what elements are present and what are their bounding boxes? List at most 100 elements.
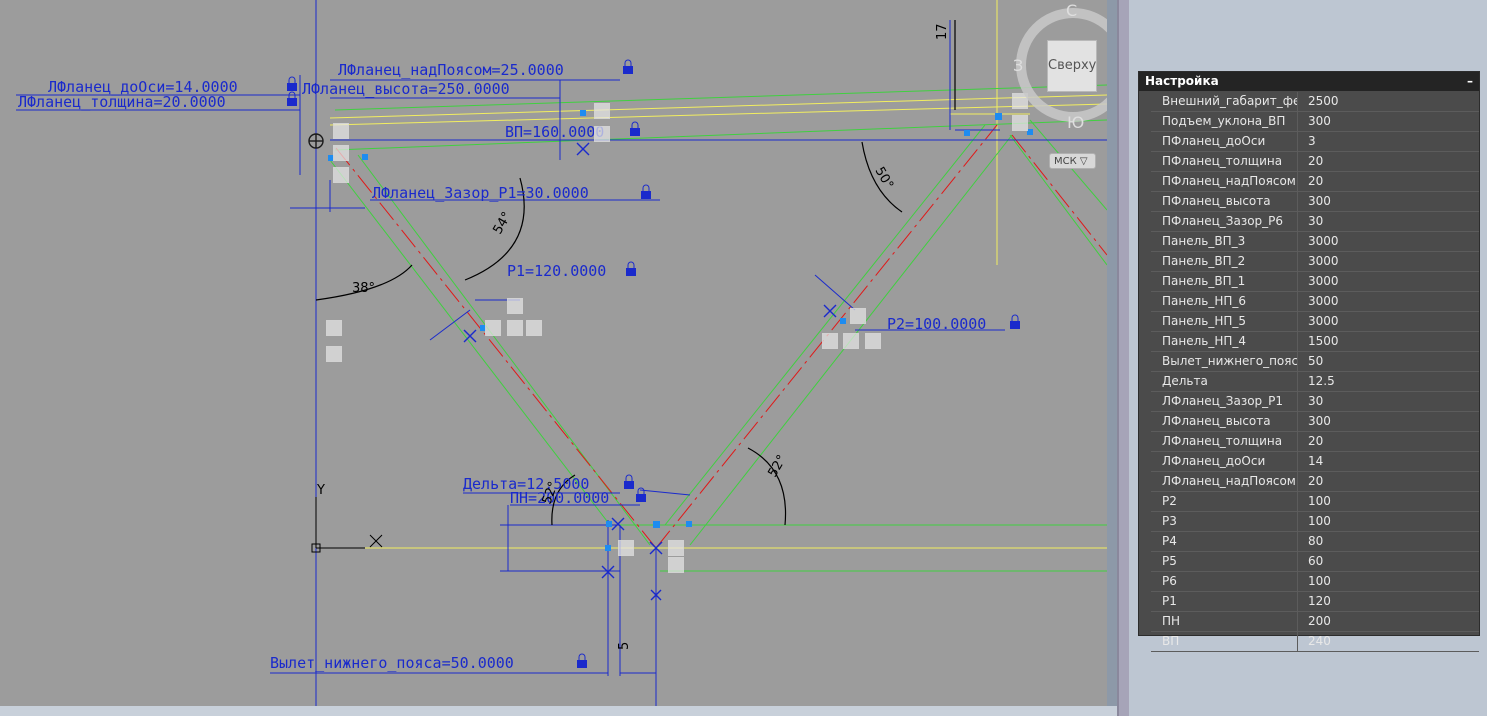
parameter-row[interactable]: Панель_НП_6 3000 [1151, 292, 1479, 312]
parameter-value[interactable]: 50 [1297, 352, 1479, 371]
parameter-value[interactable]: 100 [1297, 572, 1479, 591]
viewcube[interactable]: С З Ю Сверху [1013, 1, 1107, 135]
parameter-name: Панель_НП_5 [1162, 314, 1247, 328]
parameter-value[interactable]: 20 [1297, 472, 1479, 491]
param-grip[interactable] [850, 308, 866, 324]
parameter-row[interactable]: Внешний_габарит_фер...2500 [1151, 92, 1479, 112]
param-grip[interactable] [326, 346, 342, 362]
parameter-row[interactable]: Дельта 12.5 [1151, 372, 1479, 392]
param-grip[interactable] [485, 320, 501, 336]
collapse-button[interactable]: – [1467, 72, 1473, 91]
parameter-row[interactable]: Р6 100 [1151, 572, 1479, 592]
palette-header[interactable]: Настройка – [1139, 72, 1479, 91]
ucs-dropdown[interactable]: МСК ▽ [1049, 153, 1096, 169]
param-grip[interactable] [668, 557, 684, 573]
param-grip[interactable] [668, 540, 684, 556]
parameter-row[interactable]: Панель_НП_5 3000 [1151, 312, 1479, 332]
compass-north[interactable]: С [1066, 1, 1077, 20]
parameter-value[interactable]: 3000 [1297, 292, 1479, 311]
param-grip[interactable] [843, 333, 859, 349]
dim-lflanec-tolshina[interactable]: ЛФланец_толщина=20.0000 [18, 93, 226, 111]
parameter-value[interactable]: 30 [1297, 392, 1479, 411]
parameter-row[interactable]: Вылет_нижнего_пояса 50 [1151, 352, 1479, 372]
dim-pn[interactable]: ПН=200.0000 [510, 489, 609, 507]
dim-lflanec-vysota[interactable]: ЛФланец_высота=250.0000 [302, 80, 510, 98]
parameter-row[interactable]: ЛФланец_толщина 20 [1151, 432, 1479, 452]
dim-p1[interactable]: Р1=120.0000 [507, 262, 606, 280]
parameter-value[interactable]: 300 [1297, 412, 1479, 431]
dim-p2[interactable]: Р2=100.0000 [887, 315, 986, 333]
parameter-value[interactable]: 300 [1297, 192, 1479, 211]
parameter-row[interactable]: ПФланец_толщина 20 [1151, 152, 1479, 172]
parameter-row[interactable]: Панель_НП_4 1500 [1151, 332, 1479, 352]
parameter-value[interactable]: 60 [1297, 552, 1479, 571]
parameter-row[interactable]: Р4 80 [1151, 532, 1479, 552]
parameter-row[interactable]: Подъем_уклона_ВП 300 [1151, 112, 1479, 132]
parameter-value[interactable]: 200 [1297, 612, 1479, 631]
param-grip[interactable] [333, 123, 349, 139]
viewcube-top-face[interactable]: Сверху [1047, 40, 1097, 92]
parameter-value[interactable]: 30 [1297, 212, 1479, 231]
parameter-row[interactable]: ПФланец_надПоясом 20 [1151, 172, 1479, 192]
parameter-value[interactable]: 100 [1297, 512, 1479, 531]
compass-west[interactable]: З [1013, 56, 1023, 75]
parameter-row[interactable]: Р2 100 [1151, 492, 1479, 512]
window-splitter[interactable] [1117, 0, 1129, 716]
dim-lflanec-zazor[interactable]: ЛФланец_Зазор_Р1=30.0000 [372, 184, 589, 202]
parameter-row[interactable]: ВП 240 [1151, 632, 1479, 652]
parameter-value[interactable]: 3000 [1297, 252, 1479, 271]
parameter-value[interactable]: 120 [1297, 592, 1479, 611]
dim-vp[interactable]: ВП=160.0000 [505, 123, 604, 141]
parameter-row[interactable]: Р1 120 [1151, 592, 1479, 612]
parameter-value[interactable]: 100 [1297, 492, 1479, 511]
parameter-name: ПФланец_Зазор_Р6 [1162, 214, 1284, 228]
param-grip[interactable] [333, 145, 349, 161]
parameter-row[interactable]: Панель_ВП_1 3000 [1151, 272, 1479, 292]
parameter-row[interactable]: ПФланец_доОси 3 [1151, 132, 1479, 152]
parameter-row[interactable]: Панель_ВП_3 3000 [1151, 232, 1479, 252]
angle-50: 50° [872, 165, 897, 192]
parameter-row[interactable]: ЛФланец_доОси 14 [1151, 452, 1479, 472]
param-grip[interactable] [507, 298, 523, 314]
ucs-label: МСК [1054, 156, 1077, 167]
dim-17: 17 [935, 23, 950, 40]
param-grip[interactable] [594, 126, 610, 142]
drawing-viewport[interactable]: ЛФланец_доОси=14.0000 ЛФланец_толщина=20… [0, 0, 1107, 706]
parameter-value[interactable]: 3000 [1297, 312, 1479, 331]
parameter-row[interactable]: ПФланец_высота 300 [1151, 192, 1479, 212]
parameter-value[interactable]: 3 [1297, 132, 1479, 151]
parameter-value[interactable]: 240 [1297, 632, 1479, 651]
parameter-value[interactable]: 3000 [1297, 232, 1479, 251]
param-grip[interactable] [618, 540, 634, 556]
parameter-value[interactable]: 2500 [1297, 92, 1479, 111]
parameter-name: Панель_ВП_1 [1162, 274, 1246, 288]
viewport-edge [1107, 0, 1117, 706]
parameter-value[interactable]: 12.5 [1297, 372, 1479, 391]
param-grip[interactable] [333, 167, 349, 183]
parameter-value[interactable]: 14 [1297, 452, 1479, 471]
parameter-value[interactable]: 1500 [1297, 332, 1479, 351]
parameter-row[interactable]: ЛФланец_надПоясом 20 [1151, 472, 1479, 492]
param-grip[interactable] [326, 320, 342, 336]
param-grip[interactable] [865, 333, 881, 349]
parameter-row[interactable]: ПФланец_Зазор_Р6 30 [1151, 212, 1479, 232]
param-grip[interactable] [526, 320, 542, 336]
parameter-value[interactable]: 20 [1297, 152, 1479, 171]
parameter-value[interactable]: 20 [1297, 432, 1479, 451]
parameter-value[interactable]: 80 [1297, 532, 1479, 551]
parameter-value[interactable]: 3000 [1297, 272, 1479, 291]
parameter-row[interactable]: Р5 60 [1151, 552, 1479, 572]
parameter-row[interactable]: ПН 200 [1151, 612, 1479, 632]
parameter-row[interactable]: ЛФланец_Зазор_Р1 30 [1151, 392, 1479, 412]
dim-lflanec-nadpoyasom[interactable]: ЛФланец_надПоясом=25.0000 [338, 61, 564, 79]
compass-south[interactable]: Ю [1067, 113, 1084, 132]
param-grip[interactable] [594, 103, 610, 119]
param-grip[interactable] [507, 320, 523, 336]
parameter-value[interactable]: 20 [1297, 172, 1479, 191]
dim-vylet[interactable]: Вылет_нижнего_пояса=50.0000 [270, 654, 514, 672]
param-grip[interactable] [822, 333, 838, 349]
parameter-value[interactable]: 300 [1297, 112, 1479, 131]
parameter-row[interactable]: ЛФланец_высота 300 [1151, 412, 1479, 432]
parameter-row[interactable]: Панель_ВП_2 3000 [1151, 252, 1479, 272]
parameter-row[interactable]: Р3 100 [1151, 512, 1479, 532]
